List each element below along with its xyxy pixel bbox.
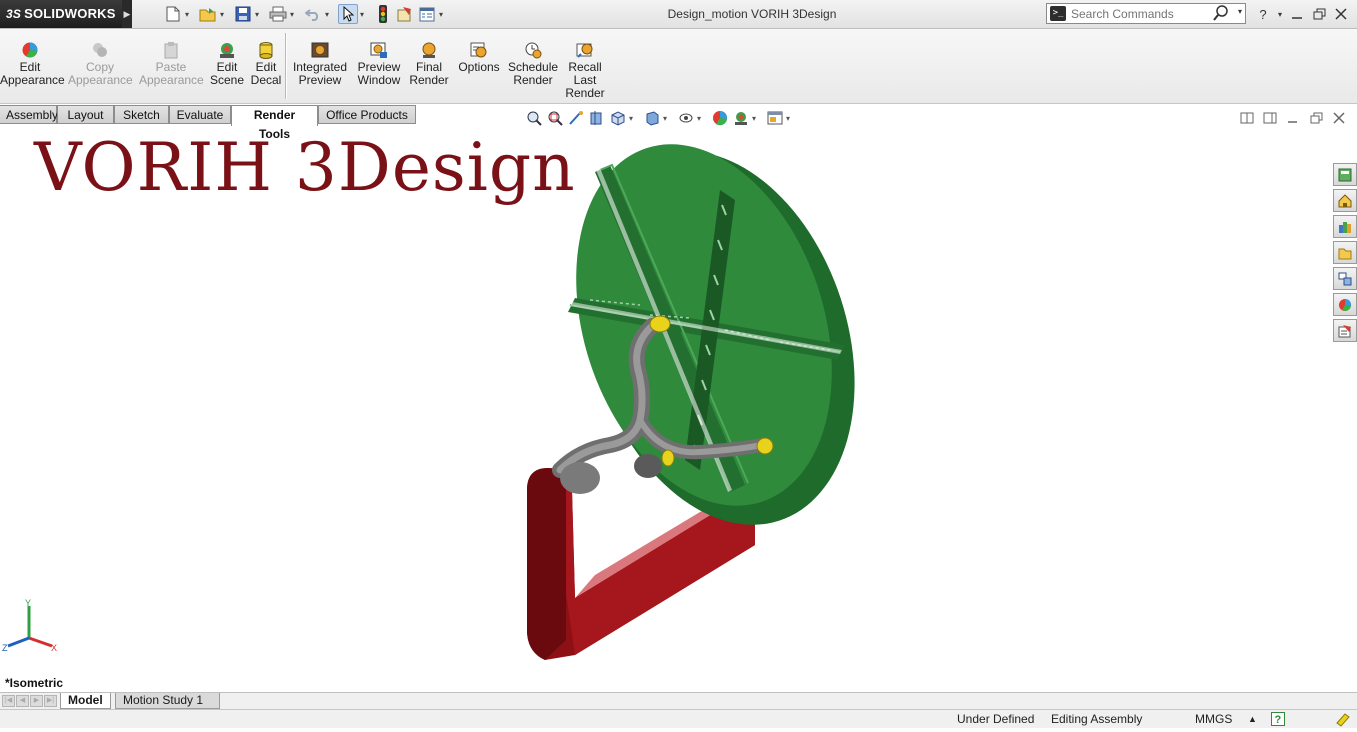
triad-y-label: Y: [25, 598, 31, 608]
appearances-scenes-icon[interactable]: [1333, 293, 1357, 316]
paste-appearance-button[interactable]: Paste Appearance: [139, 41, 204, 87]
edit-scene-icon: [220, 43, 234, 58]
last-tab-icon[interactable]: ▶|: [44, 695, 57, 707]
title-bar: 3S SOLIDWORKS ▶ ▾ ▾ ▾ ▾ ▾ ▾ ▾ Design_mot…: [0, 0, 1357, 29]
green-wheel-part[interactable]: [532, 140, 870, 560]
document-window-controls: [1234, 110, 1349, 126]
tab-office-products[interactable]: Office Products: [318, 105, 416, 124]
triad-z-label: Z: [2, 643, 8, 653]
units-status[interactable]: MMGS: [1195, 710, 1232, 728]
view-settings-dropdown-icon[interactable]: ▾: [786, 114, 795, 123]
tab-scroll-buttons: |◀ ◀ ▶ ▶|: [2, 695, 58, 707]
search-input[interactable]: [1071, 5, 1211, 22]
search-icon[interactable]: [1213, 5, 1229, 24]
render-options-button[interactable]: Options: [456, 41, 502, 74]
view-orientation-label: *Isometric: [5, 676, 64, 690]
tab-evaluate[interactable]: Evaluate: [169, 105, 231, 124]
schedule-render-label: Schedule Render: [508, 60, 559, 87]
file-explorer-icon[interactable]: [1333, 241, 1357, 264]
tab-layout[interactable]: Layout: [57, 105, 114, 124]
task-pane-tabs: [1333, 163, 1357, 345]
help-status-icon[interactable]: ?: [1271, 712, 1285, 731]
search-commands-box[interactable]: >_ ▾: [1046, 3, 1246, 24]
document-close-icon[interactable]: [1329, 110, 1349, 126]
final-render-icon: [422, 42, 436, 58]
final-render-button[interactable]: Final Render: [408, 41, 450, 87]
edit-appearance-icon: [22, 42, 38, 58]
first-tab-icon[interactable]: |◀: [2, 695, 15, 707]
schedule-render-icon: [525, 42, 542, 59]
help-icon[interactable]: ?: [1252, 4, 1274, 24]
recall-last-render-button[interactable]: Recall Last Render: [563, 41, 607, 100]
edit-scene-label: Edit Scene: [210, 60, 245, 87]
recall-last-render-label: Recall Last Render: [565, 60, 605, 100]
units-menu-icon[interactable]: ▲: [1248, 710, 1257, 728]
vorih-watermark: VORIH 3Design: [34, 129, 576, 206]
tab-sketch[interactable]: Sketch: [114, 105, 169, 124]
document-restore-icon[interactable]: [1306, 110, 1326, 126]
search-dropdown-icon[interactable]: ▾: [1238, 7, 1242, 16]
minimize-window-icon[interactable]: [1286, 4, 1308, 24]
edit-appearance-button[interactable]: Edit Appearance: [0, 41, 65, 87]
apply-scene-dropdown-icon[interactable]: ▾: [752, 114, 761, 123]
solidworks-resources-icon[interactable]: [1333, 163, 1357, 186]
triad-x-label: X: [51, 643, 57, 653]
custom-properties-icon[interactable]: [1333, 319, 1357, 342]
home-icon[interactable]: [1333, 189, 1357, 212]
recall-last-render-icon: [576, 43, 593, 58]
integrated-preview-icon: [311, 42, 329, 58]
copy-appearance-label: Copy Appearance: [68, 60, 133, 87]
render-options-icon: [470, 42, 487, 58]
editing-mode-status: Editing Assembly: [1051, 712, 1143, 726]
prev-tab-icon[interactable]: ◀: [16, 695, 29, 707]
window-controls: ? ▾: [1252, 4, 1352, 24]
tile-horizontal-icon[interactable]: [1237, 110, 1257, 126]
tab-motion-study-1[interactable]: Motion Study 1: [115, 693, 220, 709]
paste-appearance-label: Paste Appearance: [139, 60, 204, 87]
design-library-icon[interactable]: [1333, 215, 1357, 238]
model-motion-tabs: |◀ ◀ ▶ ▶| Model Motion Study 1: [0, 692, 1357, 710]
tile-vertical-icon[interactable]: [1260, 110, 1280, 126]
status-bar: Under Defined Editing Assembly MMGS ▲ ?: [0, 709, 1357, 728]
integrated-preview-label: Integrated Preview: [292, 60, 348, 87]
command-manager-ribbon: Edit Appearance Copy Appearance Paste Ap…: [0, 29, 1357, 103]
copy-appearance-icon: [93, 43, 107, 57]
view-palette-icon[interactable]: [1333, 267, 1357, 290]
document-minimize-icon[interactable]: [1283, 110, 1303, 126]
tab-model[interactable]: Model: [60, 693, 111, 709]
paste-appearance-icon: [164, 42, 178, 59]
edit-decal-button[interactable]: Edit Decal: [249, 41, 283, 87]
next-tab-icon[interactable]: ▶: [30, 695, 43, 707]
assembly-model[interactable]: [500, 140, 870, 665]
rebuild-status-icon[interactable]: [1335, 711, 1351, 732]
edit-scene-button[interactable]: Edit Scene: [210, 41, 244, 87]
view-orientation-dropdown-icon[interactable]: ▾: [629, 114, 638, 123]
copy-appearance-button[interactable]: Copy Appearance: [68, 41, 133, 87]
display-style-dropdown-icon[interactable]: ▾: [663, 114, 672, 123]
preview-window-button[interactable]: Preview Window: [355, 41, 403, 87]
schedule-render-button[interactable]: Schedule Render: [508, 41, 558, 87]
edit-appearance-label: Edit Appearance: [0, 60, 65, 87]
render-options-label: Options: [458, 60, 500, 74]
edit-decal-label: Edit Decal: [250, 60, 282, 87]
preview-window-label: Preview Window: [357, 60, 401, 87]
hide-show-dropdown-icon[interactable]: ▾: [697, 114, 706, 123]
edit-decal-icon: [259, 42, 273, 59]
command-prompt-icon: >_: [1050, 6, 1066, 21]
final-render-label: Final Render: [409, 60, 449, 87]
integrated-preview-button[interactable]: Integrated Preview: [290, 41, 350, 87]
svg-text:?: ?: [1275, 714, 1282, 726]
help-dropdown-icon[interactable]: ▾: [1274, 4, 1286, 24]
preview-window-icon: [370, 42, 387, 58]
tab-assembly[interactable]: Assembly: [0, 105, 58, 124]
coordinate-triad: Y X Z: [2, 598, 57, 653]
restore-window-icon[interactable]: [1308, 4, 1330, 24]
ribbon-separator: [285, 33, 287, 99]
definition-status: Under Defined: [957, 712, 1035, 726]
close-window-icon[interactable]: [1330, 4, 1352, 24]
tab-render-tools[interactable]: Render Tools: [231, 105, 318, 141]
